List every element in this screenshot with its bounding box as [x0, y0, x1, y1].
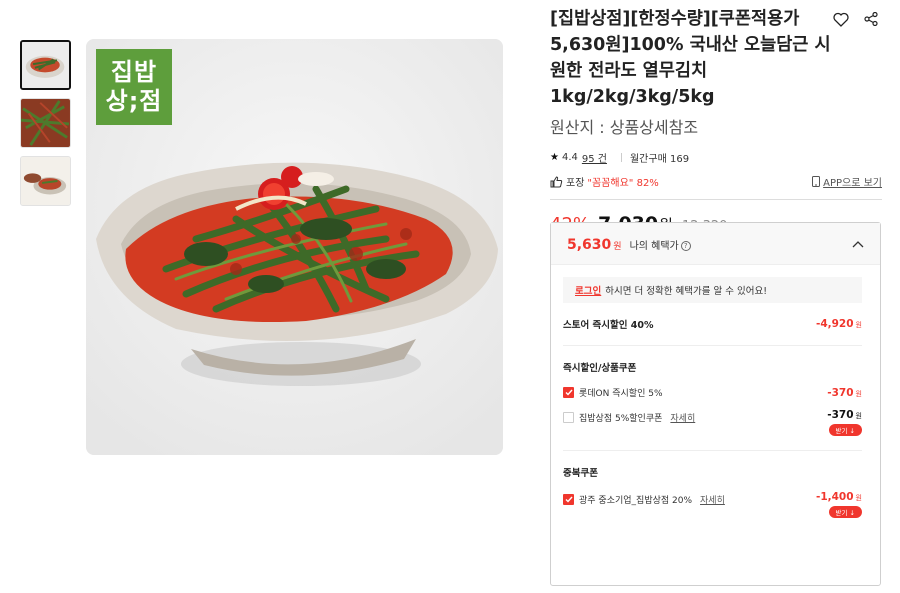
product-title: [집밥상점][한정수량][쿠폰적용가 5,630원]100% 국내산 오늘담근 … — [550, 9, 831, 107]
thumbnail-2[interactable] — [20, 98, 71, 148]
coupon-value-3: -1,400 — [815, 491, 854, 503]
review-count-link[interactable]: 95 건 — [582, 150, 607, 165]
rating-row: ★ 4.4 95 건 월간구매 169 — [550, 150, 882, 165]
coupon-row-3: 광주 중소기업_집밥상점 20% 자세히 -1,400 원 받기 ↓ — [563, 491, 862, 518]
star-icon: ★ — [550, 152, 559, 163]
coupon-label-3: 광주 중소기업_집밥상점 20% — [579, 496, 693, 506]
product-info: [집밥상점][한정수량][쿠폰적용가 5,630원]100% 국내산 오늘담근 … — [550, 6, 882, 586]
login-notice-text: 하시면 더 정확한 혜택가를 알 수 있어요! — [605, 286, 768, 297]
section-title-instant: 즉시할인/상품쿠폰 — [563, 363, 637, 374]
login-notice: 로그인 하시면 더 정확한 혜택가를 알 수 있어요! — [563, 277, 862, 303]
benefit-price: 5,630 — [567, 237, 612, 253]
section-title-duplicate: 중복쿠폰 — [563, 468, 598, 479]
download-coupon-button-3[interactable]: 받기 ↓ — [828, 506, 862, 518]
coupon-detail-link-2[interactable]: 자세히 — [670, 411, 695, 424]
origin-label: 원산지 : 상품상세참조 — [550, 118, 699, 137]
login-link[interactable]: 로그인 — [575, 283, 601, 297]
question-icon[interactable]: ? — [680, 241, 691, 251]
packaging-quote: "꼼꼼해요" 82% — [587, 178, 659, 189]
check-icon — [565, 496, 573, 503]
heart-icon[interactable] — [830, 8, 852, 30]
coupon-amount-col-3: -1,400 원 받기 ↓ — [816, 491, 862, 518]
amount-unit: 원 — [855, 321, 862, 329]
coupon-row-1: 롯데ON 즉시할인 5% -370 원 — [563, 386, 862, 399]
thumbs-up-icon — [550, 175, 563, 187]
coupon-label-2: 집밥상점 5%할인쿠폰 — [579, 414, 663, 424]
download-coupon-button-2[interactable]: 받기 ↓ — [828, 424, 862, 436]
share-icon[interactable] — [860, 8, 882, 30]
chevron-up-icon[interactable] — [852, 240, 864, 248]
brand-logo: 집밥 상;점 — [96, 49, 172, 125]
coupon-row-2: 집밥상점 5%할인쿠폰 자세히 -370 원 받기 ↓ — [563, 409, 862, 436]
store-discount-value: -4,920 — [815, 318, 854, 330]
coupon-detail-link-3[interactable]: 자세히 — [700, 493, 725, 506]
brand-logo-line2: 상;점 — [105, 87, 163, 115]
benefit-header[interactable]: 5,630 원 나의 혜택가? — [551, 223, 880, 265]
app-view-link[interactable]: APP으로 보기 — [812, 174, 882, 189]
benefit-label: 나의 혜택가 — [629, 241, 679, 252]
coupon-amount-1: -370 원 — [827, 387, 862, 399]
benefit-panel: 5,630 원 나의 혜택가? 로그인 하시면 더 정확한 혜택가를 알 수 있어요… — [550, 222, 881, 586]
checkbox-checked[interactable] — [563, 494, 574, 505]
divider — [563, 345, 862, 346]
title-actions — [830, 8, 882, 30]
thumbnail-1[interactable] — [20, 40, 71, 90]
amount-unit: 원 — [855, 412, 862, 420]
checkbox-unchecked[interactable] — [563, 412, 574, 423]
coupon-amount-3: -1,400 원 — [816, 491, 862, 503]
store-discount-amount: -4,920 원 — [816, 318, 862, 330]
product-main-image: 집밥 상;점 — [86, 39, 503, 455]
coupon-value-1: -370 — [827, 386, 854, 399]
coupon-value-2: -370 — [827, 409, 854, 421]
thumbnail-list — [20, 40, 71, 214]
coupon-option-3: 광주 중소기업_집밥상점 20% 자세히 — [563, 493, 725, 506]
rating-value: 4.4 — [561, 152, 578, 163]
packaging-row: 포장 "꼼꼼해요" 82% APP으로 보기 — [550, 174, 882, 200]
store-discount-label: 스토어 즉시할인 40% — [563, 320, 654, 331]
coupon-label-1: 롯데ON 즉시할인 5% — [579, 389, 663, 399]
packaging-label: 포장 — [566, 178, 585, 189]
checkbox-checked[interactable] — [563, 387, 574, 398]
divider — [620, 153, 622, 162]
benefit-body: 로그인 하시면 더 정확한 혜택가를 알 수 있어요! 스토어 즉시할인 40%… — [551, 265, 880, 518]
coupon-amount-col-2: -370 원 받기 ↓ — [827, 409, 862, 436]
phone-icon — [812, 176, 821, 187]
product-page: 집밥 상;점 [집밥상점][한정수량][쿠폰적용가 5,630원]100% 국내… — [0, 0, 900, 593]
brand-logo-line1: 집밥 — [110, 58, 158, 86]
coupon-amount-2: -370 원 — [827, 409, 862, 421]
thumbnail-3[interactable] — [20, 156, 71, 206]
store-discount-row: 스토어 즉시할인 40% -4,920 원 — [563, 317, 862, 331]
benefit-price-unit: 원 — [613, 242, 622, 252]
amount-unit: 원 — [855, 389, 862, 398]
divider — [563, 450, 862, 451]
check-icon — [565, 389, 573, 396]
packaging-review: 포장 "꼼꼼해요" 82% — [550, 174, 659, 189]
amount-unit: 원 — [855, 494, 862, 502]
app-view-label: APP으로 보기 — [823, 178, 882, 189]
coupon-option-2: 집밥상점 5%할인쿠폰 자세히 — [563, 411, 695, 424]
monthly-purchases: 월간구매 169 — [629, 154, 690, 165]
coupon-option-1: 롯데ON 즉시할인 5% — [563, 386, 663, 399]
